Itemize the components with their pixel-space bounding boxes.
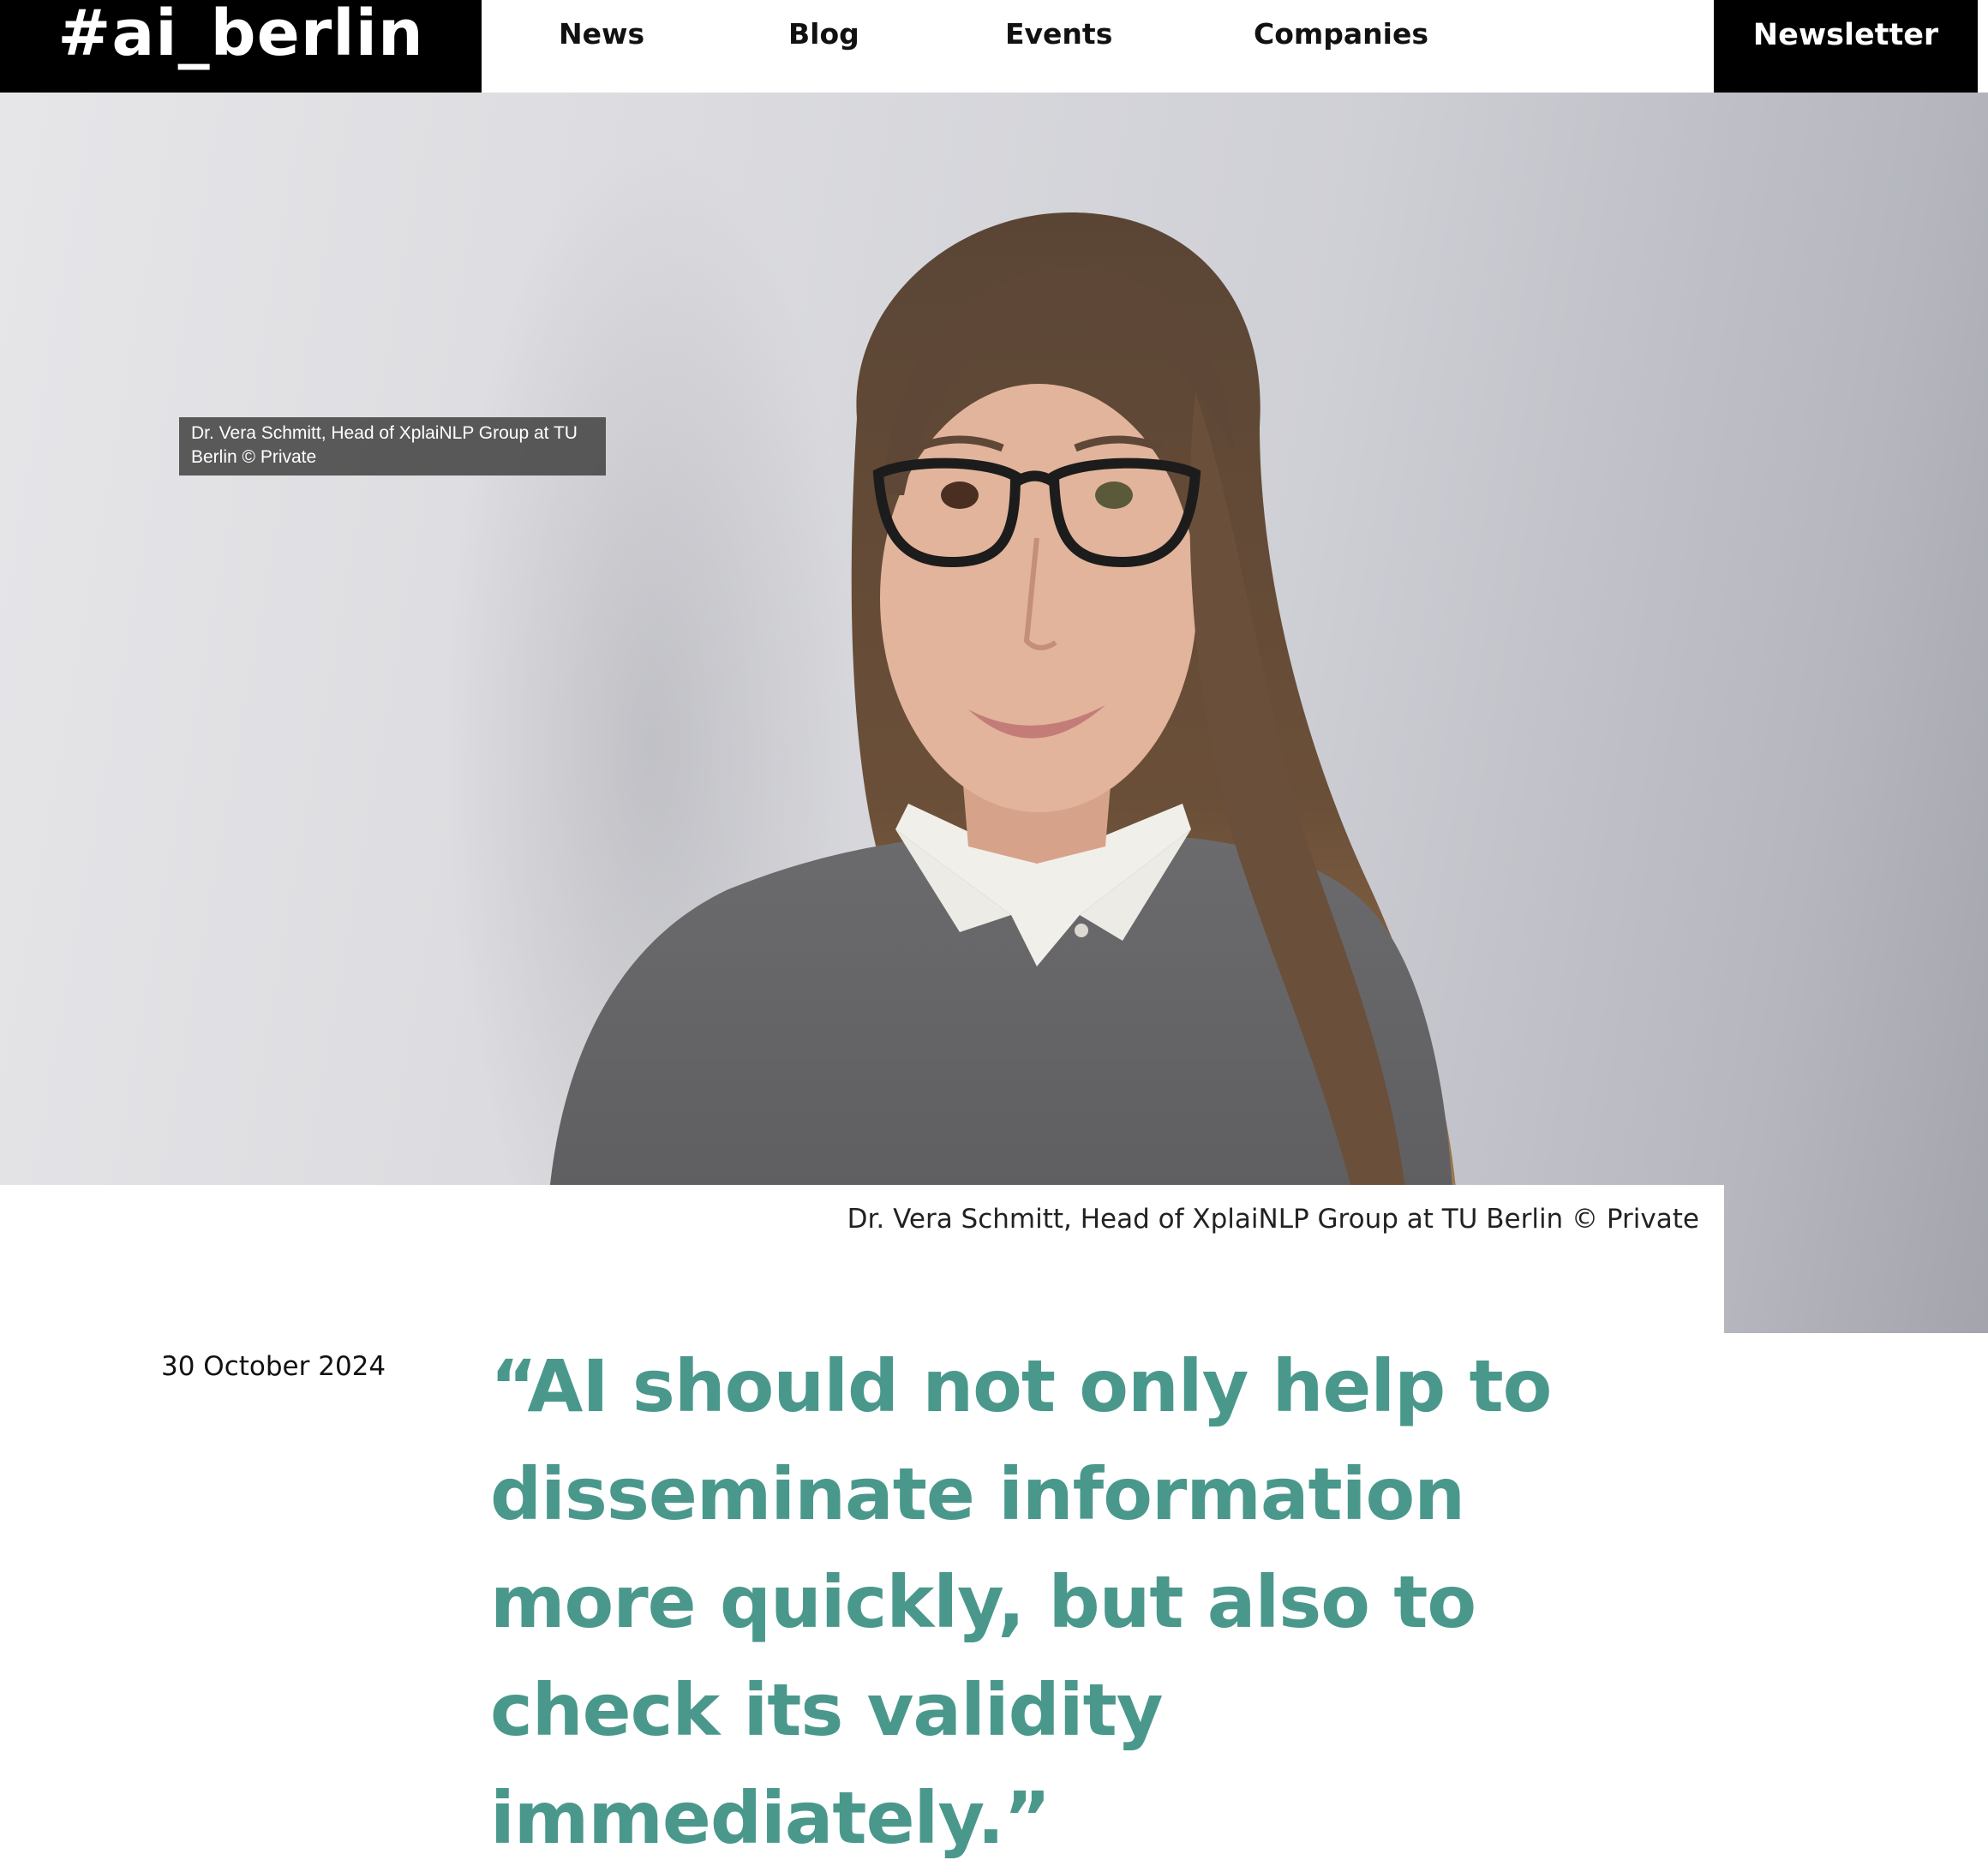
nav-news[interactable]: News [559, 17, 644, 51]
site-header: #ai_berlin News Blog Events Companies Ne… [0, 0, 1988, 93]
portrait-illustration [446, 144, 1458, 1333]
newsletter-button[interactable]: Newsletter [1714, 0, 1978, 93]
article-date: 30 October 2024 [161, 1351, 386, 1382]
logo[interactable]: #ai_berlin [0, 0, 482, 93]
article-headline: “AI should not only help to disseminate … [490, 1344, 1552, 1860]
nav-companies[interactable]: Companies [1254, 17, 1428, 51]
newsletter-label[interactable]: Newsletter [1753, 18, 1938, 52]
nav-events[interactable]: Events [1005, 17, 1112, 51]
logo-text[interactable]: #ai_berlin [57, 0, 423, 70]
nav-blog[interactable]: Blog [788, 17, 859, 51]
image-tooltip: Dr. Vera Schmitt, Head of XplaiNLP Group… [179, 417, 606, 475]
image-caption: Dr. Vera Schmitt, Head of XplaiNLP Group… [847, 1204, 1699, 1235]
hero-image [0, 93, 1988, 1333]
